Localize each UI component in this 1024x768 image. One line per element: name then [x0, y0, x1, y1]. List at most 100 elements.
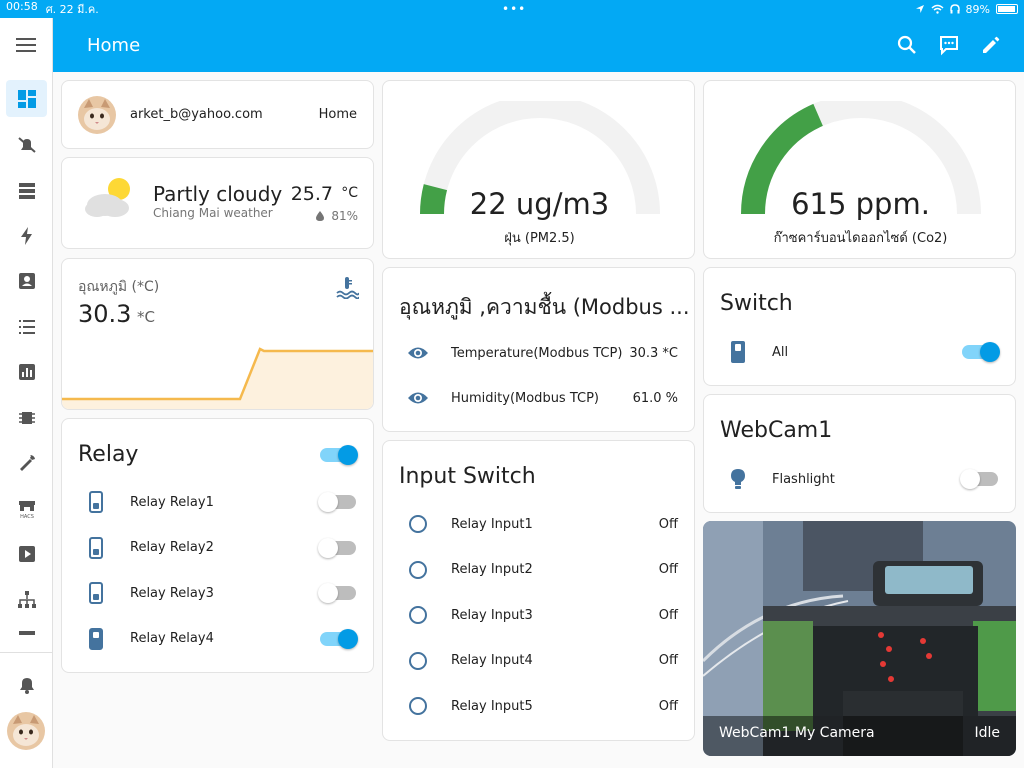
temperature-value: 30.3 — [78, 300, 132, 328]
multitask-dots[interactable]: ••• — [502, 2, 526, 16]
weather-temperature: 25.7 — [290, 183, 333, 205]
switch-all-toggle[interactable] — [962, 342, 1000, 362]
webcam1-card: WebCam1 Flashlight — [703, 394, 1016, 513]
temperature-unit: *C — [137, 308, 155, 326]
profile-card: arket_b@yahoo.com Home — [61, 80, 374, 149]
sidebar-item-devices[interactable] — [6, 399, 47, 436]
weather-card[interactable]: Partly cloudy Chiang Mai weather 25.7 °C… — [61, 157, 374, 249]
wrench-icon — [19, 454, 35, 471]
modbus-temperature-value: 30.3 *C — [629, 345, 678, 361]
sidebar-item-network[interactable] — [6, 581, 47, 618]
sidebar-divider — [0, 652, 53, 653]
flashlight-toggle[interactable] — [960, 469, 998, 489]
wifi-icon — [931, 4, 944, 14]
relay-row-toggle[interactable] — [320, 628, 358, 649]
modbus-row-humidity[interactable]: Humidity(Modbus TCP) 61.0 % — [383, 386, 694, 410]
sidebar-item-developer[interactable] — [6, 444, 47, 481]
bell-off-icon — [17, 136, 36, 153]
input-row[interactable]: Relay Input2 Off — [383, 558, 694, 582]
input-switch-title: Input Switch — [399, 464, 536, 489]
account-box-icon — [18, 272, 35, 289]
modbus-title: อุณหภูมิ ,ความชื้น (Modbus ... — [399, 295, 690, 319]
modbus-row-temperature[interactable]: Temperature(Modbus TCP) 30.3 *C — [383, 341, 694, 365]
profile-avatar — [78, 96, 116, 134]
sidebar-item-more[interactable] — [6, 624, 47, 638]
sidebar-item-people[interactable] — [6, 262, 47, 299]
input-row[interactable]: Relay Input4 Off — [383, 649, 694, 673]
location-icon — [915, 5, 924, 13]
relay-row-toggle[interactable] — [318, 492, 356, 512]
weather-humidity: 81% — [331, 209, 358, 223]
pm25-value: 22 ug/m3 — [469, 187, 610, 221]
dashboard-icon — [17, 89, 36, 108]
lightbulb-icon — [731, 469, 745, 489]
switch-title: Switch — [720, 291, 793, 316]
sidebar-item-alerts[interactable] — [6, 126, 47, 163]
sidebar-item-logbook[interactable] — [6, 308, 47, 345]
relay-row[interactable]: Relay Relay4 — [62, 627, 373, 651]
ios-status-bar: 00:58 ศ. 22 มี.ค. ••• 89% — [0, 0, 1024, 18]
circle-outline-icon — [409, 560, 427, 579]
sidebar-item-history[interactable] — [6, 353, 47, 390]
temperature-history-graph — [62, 347, 373, 409]
relay-title: Relay — [78, 442, 139, 467]
svg-text:HACS: HACS — [20, 514, 34, 520]
circle-outline-icon — [409, 697, 427, 715]
avatar[interactable] — [7, 712, 45, 750]
input-row[interactable]: Relay Input5 Off — [383, 694, 694, 718]
menu-icon[interactable] — [16, 38, 36, 52]
input-row-label: Relay Input5 — [451, 698, 533, 714]
light-switch-icon — [89, 582, 103, 604]
weather-condition: Partly cloudy — [153, 182, 283, 206]
assist-icon[interactable] — [938, 34, 960, 56]
battery-icon — [996, 4, 1018, 14]
eye-icon — [408, 392, 428, 404]
relay-row-toggle[interactable] — [318, 583, 356, 603]
pm25-gauge-card[interactable]: 22 ug/m3 ฝุ่น (PM2.5) — [382, 80, 695, 259]
temperature-sensor-card[interactable]: อุณหภูมิ (*C) 30.3 *C — [61, 258, 374, 410]
edit-icon[interactable] — [980, 34, 1002, 56]
thermometer-water-icon — [336, 277, 359, 299]
relay-row-label: Relay Relay3 — [130, 585, 214, 601]
relay-row-label: Relay Relay1 — [130, 494, 214, 510]
sidebar-item-overview[interactable] — [6, 80, 47, 117]
hacs-icon: HACS — [18, 500, 35, 520]
input-row-label: Relay Input1 — [451, 516, 533, 532]
input-row-value: Off — [658, 516, 678, 532]
profile-home: Home — [318, 107, 357, 122]
input-row-value: Off — [658, 562, 678, 577]
relay-master-toggle[interactable] — [320, 445, 358, 465]
flashlight-row[interactable]: Flashlight — [704, 467, 1015, 491]
input-row-value: Off — [658, 698, 678, 714]
search-icon[interactable] — [896, 34, 918, 56]
light-switch-icon — [89, 536, 103, 559]
light-switch-icon — [89, 627, 103, 650]
page-title: Home — [87, 34, 141, 56]
input-row-label: Relay Input2 — [451, 562, 533, 577]
weather-temperature-unit: °C — [341, 185, 358, 201]
sidebar-item-media[interactable] — [6, 535, 47, 572]
input-row-label: Relay Input4 — [451, 653, 533, 668]
co2-gauge-card[interactable]: 615 ppm. ก๊าซคาร์บอนไดออกไซด์ (Co2) — [703, 80, 1016, 259]
camera-state: Idle — [974, 725, 1000, 741]
input-row[interactable]: Relay Input3 Off — [383, 603, 694, 627]
relay-row[interactable]: Relay Relay3 — [62, 581, 373, 605]
sidebar-item-hacs[interactable]: HACS — [6, 490, 47, 527]
relay-row-toggle[interactable] — [318, 537, 356, 558]
relay-row[interactable]: Relay Relay2 — [62, 536, 373, 560]
sidebar-item-energy[interactable] — [6, 217, 47, 254]
input-row[interactable]: Relay Input1 Off — [383, 512, 694, 536]
status-time: 00:58 — [6, 0, 38, 13]
pm25-label: ฝุ่น (PM2.5) — [504, 231, 575, 246]
chip-icon — [18, 411, 35, 424]
relay-row[interactable]: Relay Relay1 — [62, 490, 373, 514]
webcam1-title: WebCam1 — [720, 418, 833, 443]
relay-row-label: Relay Relay4 — [130, 631, 214, 646]
input-row-label: Relay Input3 — [451, 607, 533, 623]
input-row-value: Off — [658, 653, 678, 668]
sidebar-item-servers[interactable] — [6, 172, 47, 209]
camera-card[interactable]: WebCam1 My Camera Idle — [703, 521, 1016, 756]
circle-outline-icon — [409, 606, 427, 624]
sidebar-item-notifications[interactable] — [6, 666, 47, 703]
switch-row-all[interactable]: All — [704, 340, 1015, 364]
